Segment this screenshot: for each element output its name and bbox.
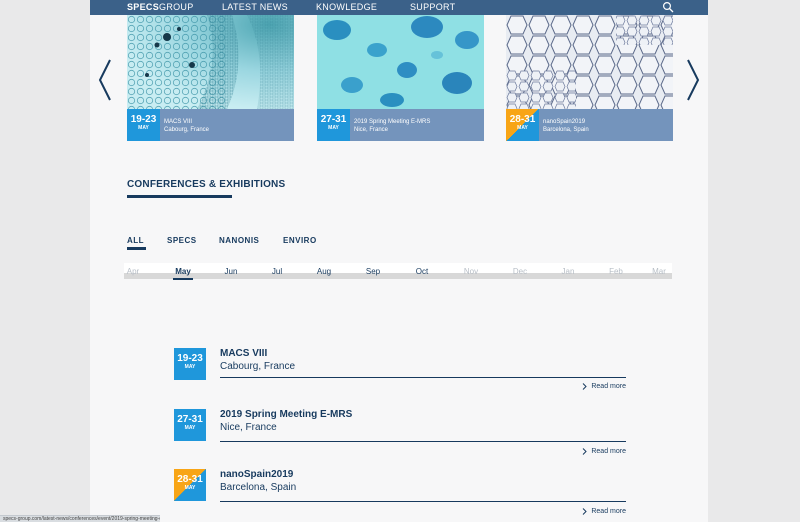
section-title: CONFERENCES & EXHIBITIONS	[127, 179, 286, 190]
nav-latest-news[interactable]: LATEST NEWS	[222, 2, 288, 12]
month-aug[interactable]: Aug	[309, 267, 339, 276]
card-month: MAY	[138, 125, 149, 131]
month-apr[interactable]: Apr	[118, 267, 148, 276]
blue-cells-image	[317, 15, 484, 109]
card-date-badge: 27-31 MAY	[317, 109, 350, 141]
read-more-label: Read more	[591, 508, 626, 515]
search-icon[interactable]	[662, 1, 674, 13]
card-title: MACS VIII	[164, 119, 193, 125]
event-location: Barcelona, Spain	[220, 482, 297, 493]
month-sep[interactable]: Sep	[358, 267, 388, 276]
chevron-right-icon	[583, 508, 588, 515]
month-nov[interactable]: Nov	[456, 267, 486, 276]
logo-rest: GROUP	[159, 2, 194, 12]
event-title[interactable]: MACS VIII	[220, 348, 267, 359]
month-dec[interactable]: Dec	[505, 267, 535, 276]
chevron-right-icon	[583, 448, 588, 455]
card-date-badge: 28-31 MAY	[506, 109, 539, 141]
read-more-link[interactable]: Read more	[582, 383, 626, 390]
logo-bold: SPECS	[127, 2, 160, 12]
event-divider	[220, 441, 626, 442]
card-date: 28-31	[509, 114, 536, 125]
event-location: Cabourg, France	[220, 361, 296, 372]
card-location: Nice, France	[354, 127, 389, 133]
event-month: MAY	[184, 485, 196, 491]
month-may[interactable]: May	[168, 267, 198, 276]
card-date-badge: 19-23 MAY	[127, 109, 160, 141]
event-date: 19-23	[177, 353, 203, 364]
event-title[interactable]: 2019 Spring Meeting E-MRS	[220, 409, 352, 420]
event-date-badge: 28-31 MAY	[174, 469, 206, 501]
event-divider	[220, 501, 626, 502]
chevron-right-icon	[583, 383, 588, 390]
top-nav: SPECSGROUP LATEST NEWS KNOWLEDGE SUPPORT	[90, 0, 708, 15]
month-jun[interactable]: Jun	[216, 267, 246, 276]
card-title: 2019 Spring Meeting E-MRS	[354, 119, 431, 125]
filter-tab-all[interactable]: ALL	[127, 236, 144, 245]
card-month: MAY	[517, 125, 528, 131]
filter-tab-enviro[interactable]: ENVIRO	[283, 236, 317, 245]
carousel-card-macs[interactable]: 19-23 MAY MACS VIII Cabourg, France	[127, 15, 294, 141]
timeline-track	[124, 273, 672, 279]
event-date-badge: 19-23 MAY	[174, 348, 206, 380]
month-jan[interactable]: Jan	[553, 267, 583, 276]
card-month: MAY	[328, 125, 339, 131]
active-filter-underline	[127, 247, 146, 250]
read-more-label: Read more	[591, 448, 626, 455]
specs-group-logo[interactable]: SPECSGROUP	[127, 2, 194, 12]
read-more-link[interactable]: Read more	[582, 448, 626, 455]
filter-tab-nanonis[interactable]: NANONIS	[219, 236, 259, 245]
month-feb[interactable]: Feb	[601, 267, 631, 276]
foam-bubbles-image	[506, 15, 673, 109]
carousel-next-arrow-icon[interactable]	[686, 58, 700, 102]
card-location: Cabourg, France	[164, 127, 210, 133]
event-item[interactable]: 27-31 MAY 2019 Spring Meeting E-MRS Nice…	[174, 409, 626, 469]
card-date: 19-23	[130, 114, 157, 125]
read-more-label: Read more	[591, 383, 626, 390]
carousel-card-emrs[interactable]: 27-31 MAY 2019 Spring Meeting E-MRS Nice…	[317, 15, 484, 141]
plant-cells-image	[127, 15, 294, 109]
event-date-badge: 27-31 MAY	[174, 409, 206, 441]
carousel-prev-arrow-icon[interactable]	[98, 58, 112, 102]
event-month: MAY	[184, 364, 196, 370]
event-location: Nice, France	[220, 422, 277, 433]
event-item[interactable]: 28-31 MAY nanoSpain2019 Barcelona, Spain…	[174, 469, 626, 522]
nav-support[interactable]: SUPPORT	[410, 2, 455, 12]
page: SPECSGROUP LATEST NEWS KNOWLEDGE SUPPORT	[90, 0, 708, 522]
month-jul[interactable]: Jul	[262, 267, 292, 276]
event-date: 27-31	[177, 414, 203, 425]
nav-knowledge[interactable]: KNOWLEDGE	[316, 2, 377, 12]
section-title-underline	[127, 195, 232, 198]
month-oct[interactable]: Oct	[407, 267, 437, 276]
status-bar-url: specs-group.com/latest-news/conferences/…	[0, 515, 160, 522]
event-date: 28-31	[177, 474, 203, 485]
filter-tab-specs[interactable]: SPECS	[167, 236, 197, 245]
card-date: 27-31	[320, 114, 347, 125]
event-month: MAY	[184, 425, 196, 431]
active-month-underline	[173, 278, 193, 280]
event-item[interactable]: 19-23 MAY MACS VIII Cabourg, France Read…	[174, 348, 626, 408]
carousel-card-nanospain[interactable]: 28-31 MAY nanoSpain2019 Barcelona, Spain	[506, 15, 673, 141]
card-title: nanoSpain2019	[543, 119, 586, 125]
month-mar[interactable]: Mar	[644, 267, 674, 276]
event-divider	[220, 377, 626, 378]
read-more-link[interactable]: Read more	[582, 508, 626, 515]
event-title[interactable]: nanoSpain2019	[220, 469, 293, 480]
month-timeline: Apr May Jun Jul Aug Sep Oct Nov Dec Jan …	[124, 263, 674, 280]
card-location: Barcelona, Spain	[543, 127, 589, 133]
